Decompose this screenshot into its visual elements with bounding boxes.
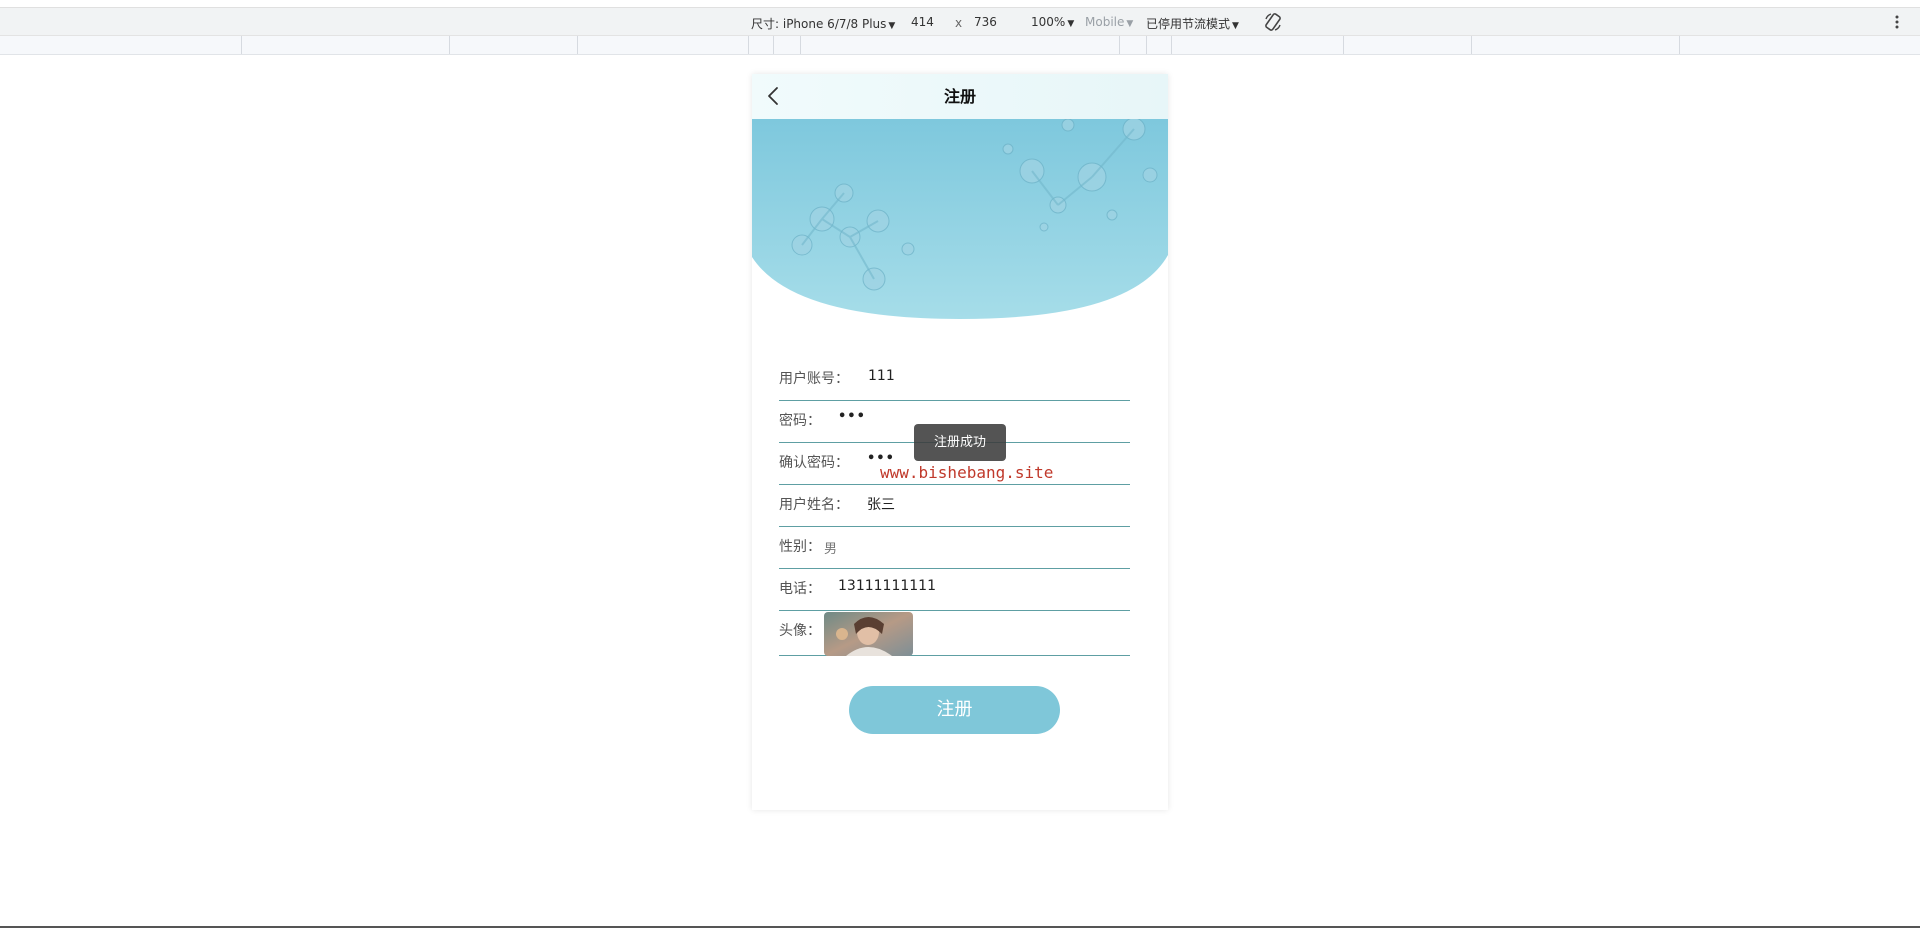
device-type-value: Mobile — [1085, 15, 1125, 29]
ruler-tick — [1119, 36, 1120, 54]
devtools-device-toolbar: 尺寸: iPhone 6/7/8 Plus ▼ 414 x 736 100% ▼ M… — [0, 7, 1920, 36]
zoom-select[interactable]: 100% ▼ — [1031, 15, 1074, 29]
avatar-label: 头像： — [779, 623, 821, 639]
caret-down-icon: ▼ — [1067, 19, 1075, 29]
form-row-gender: 性别： 男 — [779, 527, 1130, 569]
avatar-upload-image[interactable] — [824, 612, 913, 656]
page-title: 注册 — [943, 87, 976, 106]
account-label: 用户账号： — [779, 371, 849, 387]
phone-label: 电话： — [779, 581, 821, 597]
ruler-tick — [1343, 36, 1344, 54]
phone-input[interactable]: 13111111111 — [838, 578, 936, 594]
molecule-banner-image — [752, 119, 1168, 319]
viewport-height-value: 736 — [974, 15, 997, 29]
caret-down-icon: ▼ — [888, 21, 896, 31]
register-submit-button[interactable]: 注册 — [849, 686, 1060, 734]
device-dimensions-select[interactable]: 尺寸: iPhone 6/7/8 Plus ▼ — [751, 15, 895, 32]
throttling-value: 已停用节流模式 — [1146, 17, 1231, 31]
device-dimensions-label: 尺寸: iPhone 6/7/8 Plus — [751, 17, 887, 31]
ruler-tick — [800, 36, 801, 54]
name-input[interactable]: 张三 — [867, 494, 895, 514]
form-row-account: 用户账号： 111 — [779, 359, 1130, 401]
gender-select[interactable]: 男 — [824, 538, 837, 557]
name-label: 用户姓名： — [779, 497, 849, 513]
viewport-width-input[interactable]: 414 — [911, 15, 934, 29]
caret-down-icon: ▼ — [1232, 21, 1239, 31]
throttling-select[interactable]: 已停用节流模式 ▼ — [1146, 15, 1239, 32]
form-row-avatar: 头像： — [779, 611, 1130, 656]
times-symbol: x — [955, 16, 963, 30]
register-form: 用户账号： 111 密码： ••• 确认密码： ••• 用户姓名： 张三 性别：… — [779, 359, 1130, 656]
viewport-width-value: 414 — [911, 15, 934, 29]
ruler-tick — [1171, 36, 1172, 54]
ruler-tick — [773, 36, 774, 54]
ruler-tick — [241, 36, 242, 54]
success-toast: 注册成功 — [914, 424, 1006, 461]
confirm-password-label: 确认密码： — [779, 455, 849, 471]
device-type-select[interactable]: Mobile ▼ — [1085, 15, 1133, 29]
password-label: 密码： — [779, 413, 821, 429]
ruler-tick — [1679, 36, 1680, 54]
ruler-tick — [1146, 36, 1147, 54]
gender-label: 性别： — [779, 539, 821, 555]
viewport-height-input[interactable]: 736 — [974, 15, 997, 29]
media-query-ruler — [0, 36, 1920, 55]
more-options-icon[interactable] — [1894, 14, 1900, 30]
watermark-text: www.bishebang.site — [880, 463, 1054, 482]
ruler-tick — [449, 36, 450, 54]
account-input[interactable]: 111 — [868, 368, 895, 384]
caret-down-icon: ▼ — [1126, 19, 1134, 29]
rotate-icon[interactable] — [1264, 12, 1282, 32]
ruler-tick — [748, 36, 749, 54]
form-row-name: 用户姓名： 张三 — [779, 485, 1130, 527]
password-input[interactable]: ••• — [838, 409, 866, 424]
ruler-tick — [1471, 36, 1472, 54]
zoom-value: 100% — [1031, 15, 1066, 29]
form-row-phone: 电话： 13111111111 — [779, 569, 1130, 611]
navigation-bar: 注册 — [752, 74, 1168, 119]
ruler-tick — [577, 36, 578, 54]
